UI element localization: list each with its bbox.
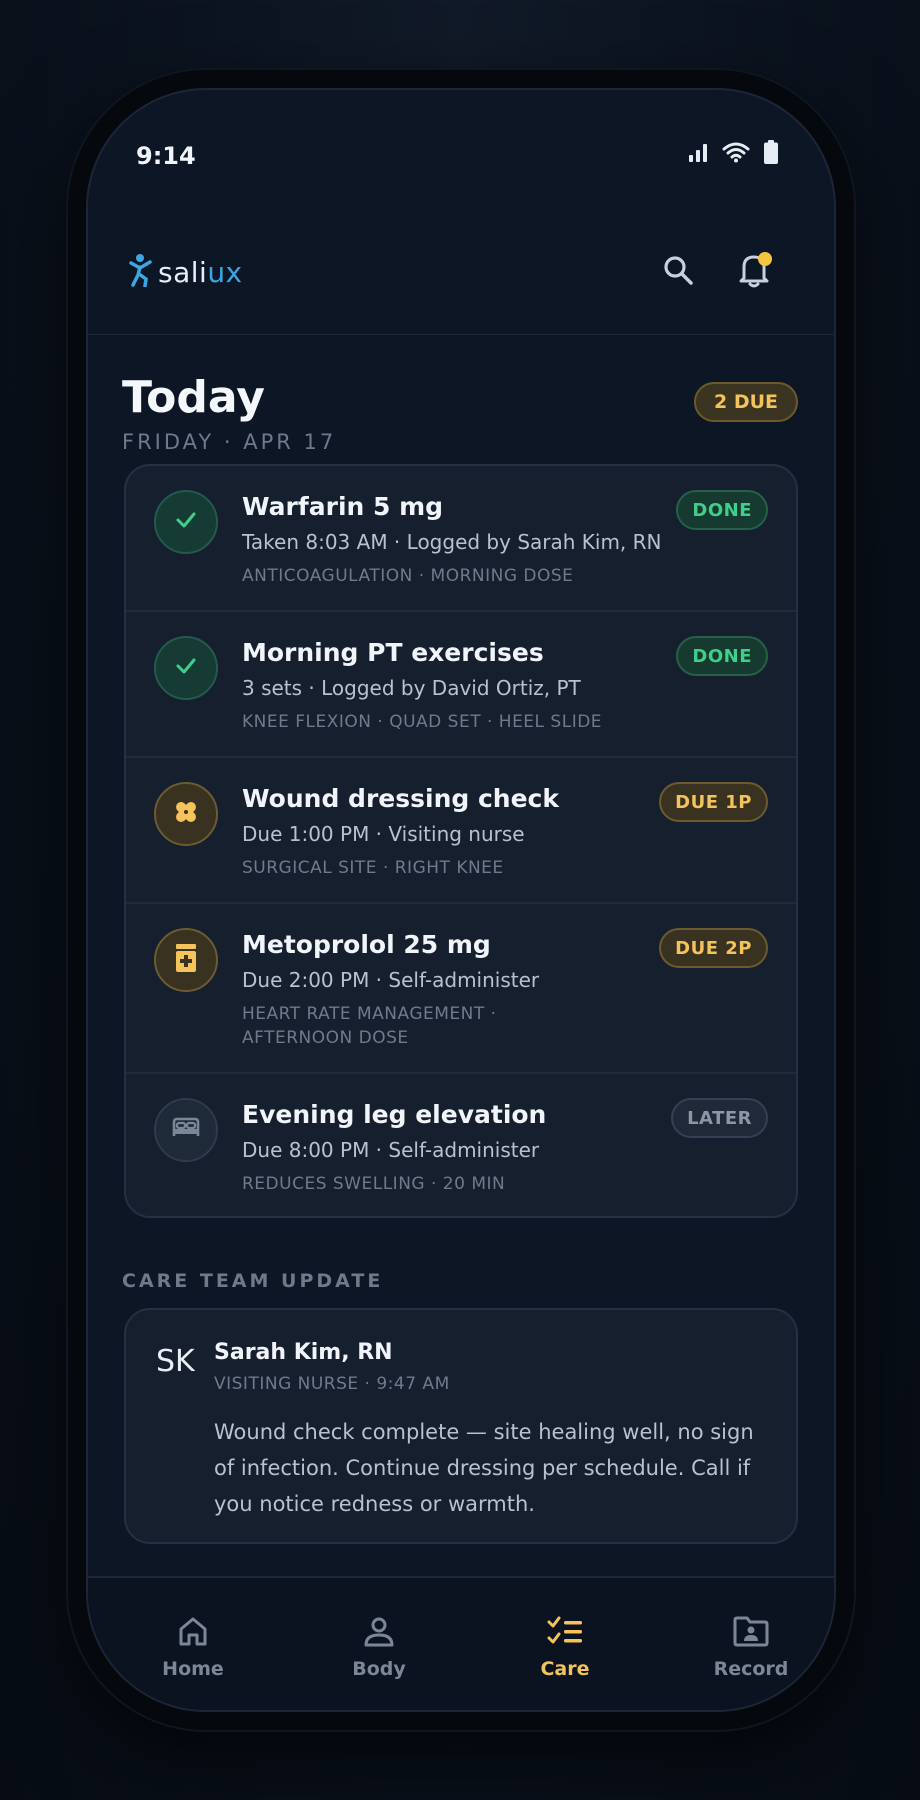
task-title: Wound dressing check [242, 784, 559, 813]
page-date: FRIDAY · APR 17 [122, 430, 337, 454]
care-team-role: VISITING NURSE · 9:47 AM [214, 1374, 450, 1394]
status-badge: DUE 2P [659, 928, 768, 968]
battery-icon [764, 140, 778, 164]
search-icon [662, 254, 694, 290]
status-badge: DONE [676, 636, 768, 676]
status-time: 9:14 [136, 142, 196, 170]
checklist-icon [546, 1614, 584, 1652]
nav-label: Record [713, 1658, 789, 1680]
nav-item-record[interactable]: Record [686, 1614, 816, 1680]
task-subtitle: Due 2:00 PM · Self-administer [242, 968, 540, 992]
task-row-wound-dressing[interactable]: Wound dressing check Due 1:00 PM · Visit… [126, 758, 796, 904]
saliux-logo[interactable]: saliux [128, 240, 243, 304]
task-status-circle [154, 782, 218, 846]
phone-frame: 9:14 saliux Today FRIDAY · APR 17 2 DUE … [66, 68, 856, 1732]
signal-icon [688, 142, 708, 162]
task-status-circle [154, 928, 218, 992]
check-icon [174, 654, 198, 682]
home-icon [176, 1614, 210, 1652]
nav-item-home[interactable]: Home [128, 1614, 258, 1680]
nav-label: Care [540, 1658, 590, 1680]
care-team-name: Sarah Kim, RN [214, 1340, 393, 1365]
folder-person-icon [732, 1614, 770, 1652]
logo-text-accent: ux [207, 255, 243, 289]
task-row-warfarin[interactable]: Warfarin 5 mg Taken 8:03 AM · Logged by … [126, 466, 796, 612]
task-subtitle: Taken 8:03 AM · Logged by Sarah Kim, RN [242, 530, 662, 554]
person-icon [362, 1614, 396, 1652]
logo-text-main: sali [158, 255, 208, 289]
task-subtitle: Due 8:00 PM · Self-administer [242, 1138, 540, 1162]
notification-dot [758, 252, 772, 266]
nav-label: Body [352, 1658, 406, 1680]
task-tags: SURGICAL SITE · RIGHT KNEE [242, 858, 504, 878]
care-team-card[interactable]: SK Sarah Kim, RN VISITING NURSE · 9:47 A… [124, 1308, 798, 1544]
task-tags: KNEE FLEXION · QUAD SET · HEEL SLIDE [242, 712, 603, 732]
task-title: Warfarin 5 mg [242, 492, 444, 521]
task-row-pt-exercises[interactable]: Morning PT exercises 3 sets · Logged by … [126, 612, 796, 758]
status-bar: 9:14 [88, 90, 834, 190]
nav-item-body[interactable]: Body [314, 1614, 444, 1680]
page-title: Today [122, 372, 265, 423]
care-team-message: Wound check complete — site healing well… [214, 1420, 754, 1516]
task-tags: REDUCES SWELLING · 20 MIN [242, 1174, 506, 1194]
app-header: saliux [88, 240, 834, 304]
avatar: SK [156, 1344, 195, 1379]
task-tags: HEART RATE MANAGEMENT · AFTERNOON DOSE [242, 1004, 497, 1048]
status-badge: DUE 1P [659, 782, 768, 822]
task-list: Warfarin 5 mg Taken 8:03 AM · Logged by … [124, 464, 798, 1218]
task-subtitle: Due 1:00 PM · Visiting nurse [242, 822, 525, 846]
nav-label: Home [162, 1658, 224, 1680]
check-icon [174, 508, 198, 536]
search-button[interactable] [654, 248, 702, 296]
task-subtitle: 3 sets · Logged by David Ortiz, PT [242, 676, 581, 700]
status-badge: LATER [671, 1098, 768, 1138]
status-badge: DONE [676, 490, 768, 530]
task-row-leg-elevation[interactable]: Evening leg elevation Due 8:00 PM · Self… [126, 1074, 796, 1216]
task-status-circle [154, 1098, 218, 1162]
logo-figure-icon [128, 253, 154, 291]
task-status-circle [154, 490, 218, 554]
pill-bottle-icon [173, 943, 199, 977]
logo-text: saliux [158, 256, 243, 289]
task-status-circle [154, 636, 218, 700]
task-row-metoprolol[interactable]: Metoprolol 25 mg Due 2:00 PM · Self-admi… [126, 904, 796, 1074]
task-title: Morning PT exercises [242, 638, 544, 667]
bed-icon [171, 1116, 201, 1144]
task-title: Metoprolol 25 mg [242, 930, 491, 959]
care-team-heading: CARE TEAM UPDATE [122, 1270, 384, 1292]
notifications-button[interactable] [730, 248, 778, 296]
task-tags: ANTICOAGULATION · MORNING DOSE [242, 566, 574, 586]
due-count-badge: 2 DUE [693, 382, 798, 422]
phone-screen: 9:14 saliux Today FRIDAY · APR 17 2 DUE … [86, 88, 836, 1712]
task-title: Evening leg elevation [242, 1100, 547, 1129]
header-divider [88, 334, 834, 335]
bandage-icon [171, 797, 201, 831]
wifi-icon [722, 141, 750, 163]
nav-item-care[interactable]: Care [500, 1614, 630, 1680]
status-icons [688, 140, 778, 164]
bottom-nav: Home Body Care Record [88, 1576, 834, 1710]
